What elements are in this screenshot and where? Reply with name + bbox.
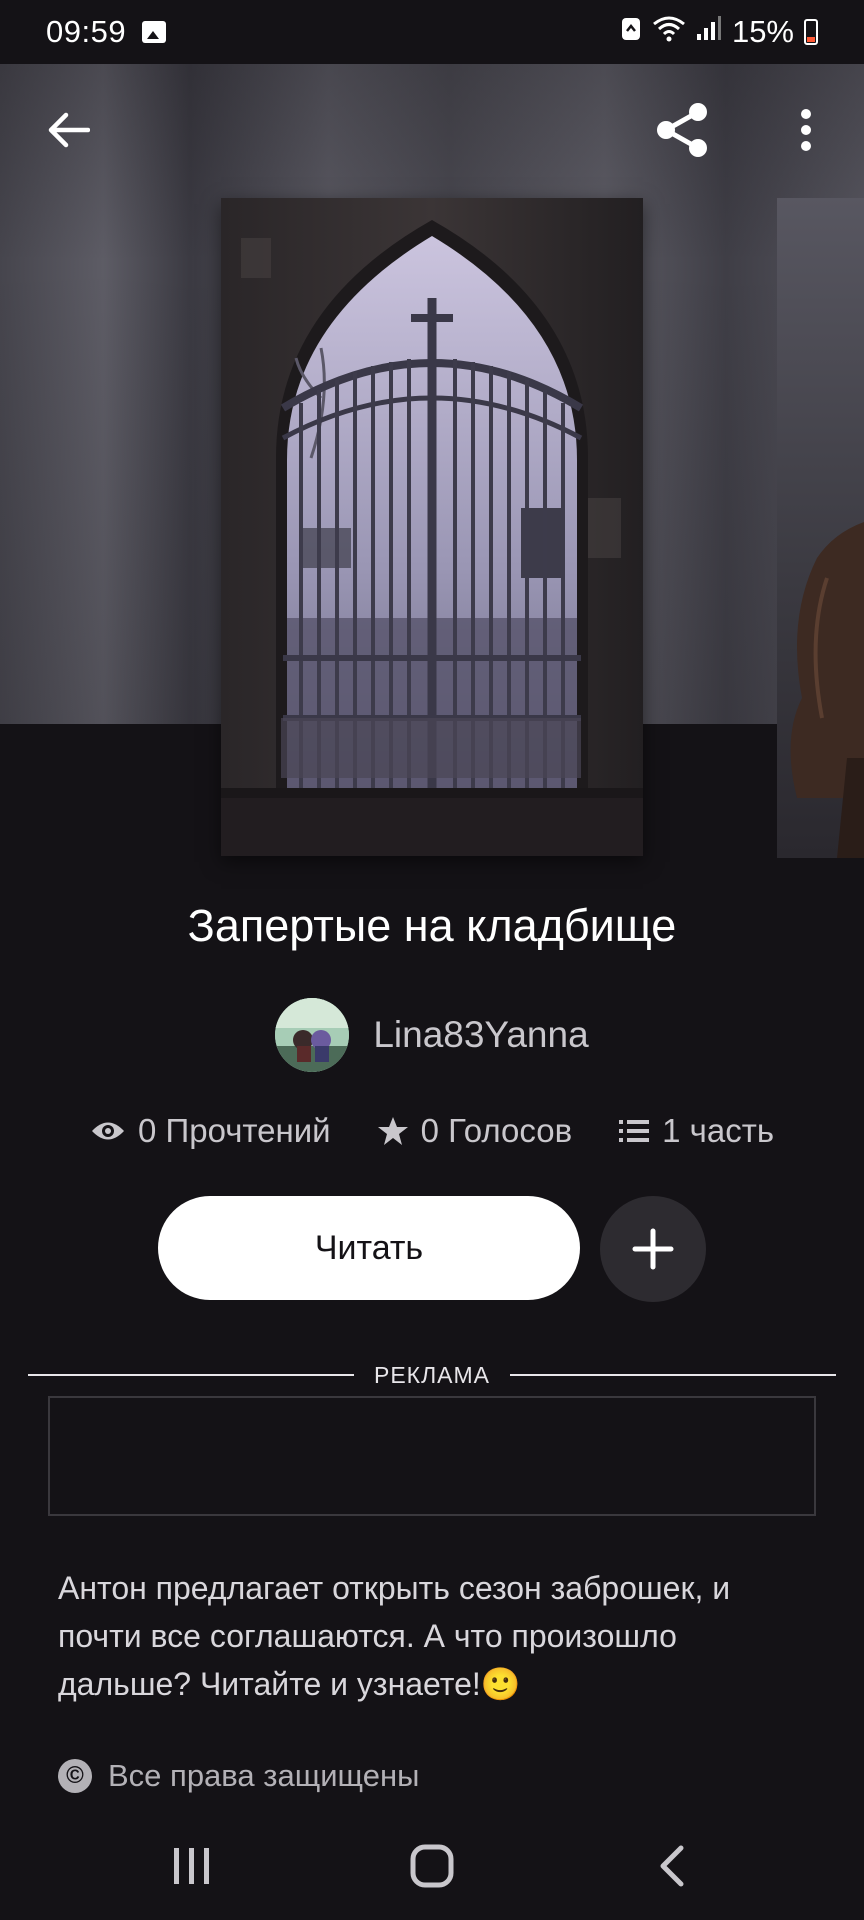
status-time: 09:59 bbox=[46, 14, 127, 49]
back-nav-button[interactable] bbox=[640, 1834, 704, 1898]
next-story-cover[interactable] bbox=[777, 198, 864, 858]
next-cover-image bbox=[790, 522, 864, 858]
author-name[interactable]: Lina83Yanna bbox=[373, 1014, 588, 1056]
star-icon bbox=[377, 1117, 408, 1145]
story-description: Антон предлагает открыть сезон заброшек,… bbox=[58, 1570, 731, 1702]
parts-stat: 1 часть bbox=[618, 1112, 774, 1150]
votes-stat: 0 Голосов bbox=[377, 1112, 573, 1150]
battery-icon bbox=[804, 19, 818, 45]
recycle-icon bbox=[620, 14, 642, 50]
avatar-image bbox=[275, 998, 350, 1072]
eye-icon bbox=[91, 1122, 124, 1140]
list-icon bbox=[619, 1120, 650, 1142]
copyright-row: © Все права защищены bbox=[58, 1758, 419, 1794]
story-details-screen: 09:59 15% Запертые на кладбище Lina83Yan… bbox=[0, 0, 864, 1920]
top-toolbar bbox=[0, 64, 864, 200]
story-title: Запертые на кладбище bbox=[187, 900, 677, 951]
battery-percent: 15% bbox=[731, 14, 794, 49]
gallery-notification-icon bbox=[142, 21, 167, 43]
story-stats: 0 Прочтений 0 Голосов 1 часть bbox=[0, 1112, 864, 1150]
plus-icon bbox=[632, 1228, 674, 1270]
back-button[interactable] bbox=[40, 102, 96, 158]
ad-line-right bbox=[510, 1374, 837, 1376]
wifi-icon bbox=[652, 14, 686, 50]
arrow-left-icon bbox=[48, 112, 90, 148]
system-navigation-bar bbox=[0, 1812, 864, 1920]
reads-stat: 0 Прочтений bbox=[90, 1112, 331, 1150]
status-bar: 09:59 15% bbox=[0, 0, 864, 64]
ad-divider: РЕКЛАМА bbox=[28, 1360, 837, 1390]
share-icon bbox=[657, 103, 707, 157]
recent-apps-button[interactable] bbox=[160, 1834, 224, 1898]
more-vertical-icon bbox=[801, 109, 811, 151]
recent-apps-icon bbox=[174, 1848, 209, 1884]
reads-count: 0 Прочтений bbox=[137, 1112, 331, 1149]
ad-placeholder[interactable] bbox=[48, 1396, 816, 1516]
more-options-button[interactable] bbox=[780, 102, 832, 158]
copyright-text: Все права защищены bbox=[108, 1758, 420, 1793]
home-button[interactable] bbox=[400, 1834, 464, 1898]
parts-count: 1 часть bbox=[662, 1112, 775, 1149]
votes-count: 0 Голосов bbox=[420, 1112, 573, 1149]
cemetery-gate-image bbox=[221, 198, 643, 856]
author-avatar[interactable] bbox=[275, 998, 350, 1072]
ad-line-left bbox=[28, 1374, 354, 1376]
ad-label: РЕКЛАМА bbox=[374, 1361, 491, 1388]
copyright-icon: © bbox=[58, 1759, 92, 1793]
add-to-library-button[interactable] bbox=[600, 1196, 706, 1302]
story-cover[interactable] bbox=[221, 198, 643, 856]
status-right: 15% bbox=[620, 14, 818, 50]
author-row[interactable]: Lina83Yanna bbox=[0, 998, 864, 1072]
home-icon bbox=[410, 1844, 454, 1888]
read-button[interactable]: Читать bbox=[158, 1196, 580, 1300]
chevron-left-icon bbox=[660, 1845, 684, 1887]
signal-icon bbox=[696, 14, 722, 50]
share-button[interactable] bbox=[648, 96, 716, 164]
